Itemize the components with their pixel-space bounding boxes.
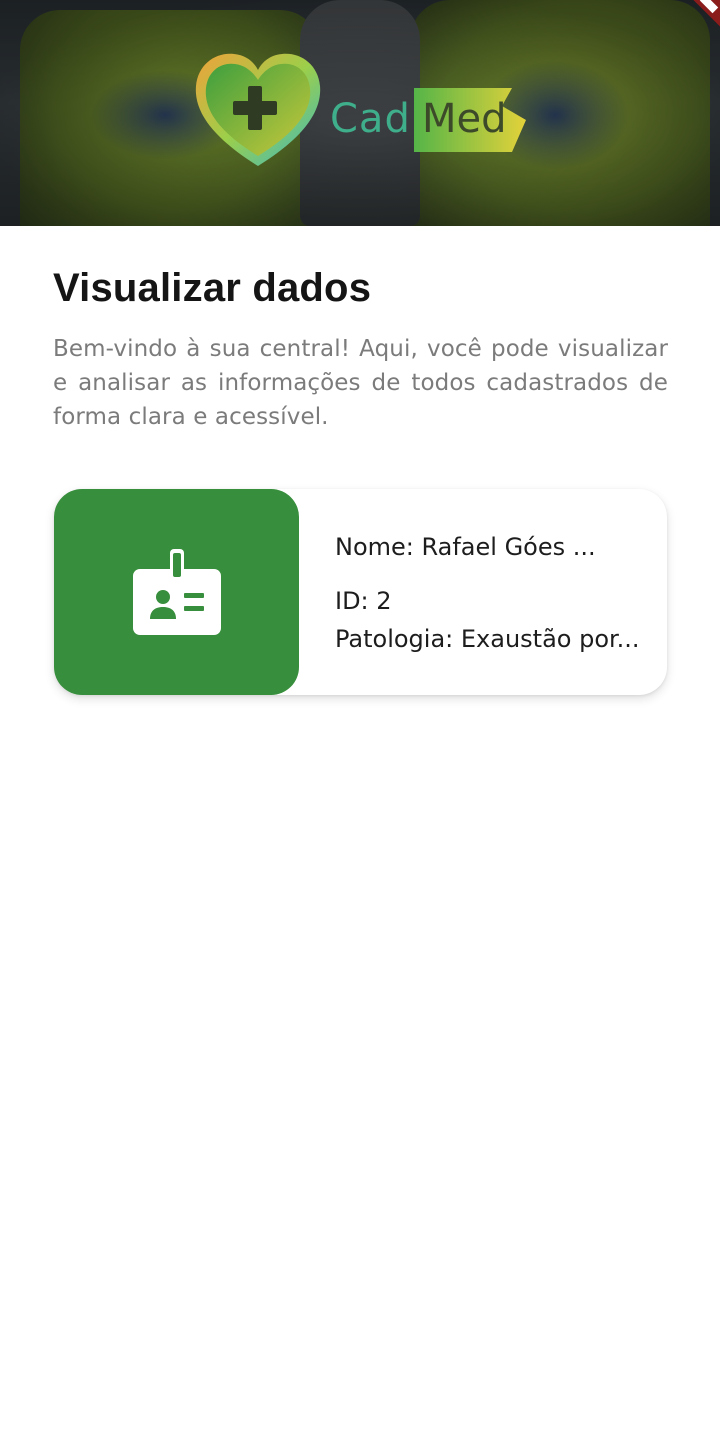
header-banner: Cad Med bbox=[0, 0, 720, 226]
patient-pathology: Patologia: Exaustão por... bbox=[335, 625, 640, 653]
logo-text-med: Med bbox=[422, 96, 507, 142]
page-description: Bem-vindo à sua central! Aqui, você pode… bbox=[53, 336, 668, 430]
patient-card-thumbnail bbox=[54, 489, 299, 695]
patient-card[interactable]: Nome: Rafael Góes ... ID: 2 Patologia: E… bbox=[54, 489, 667, 695]
logo-text-cad: Cad bbox=[330, 96, 411, 142]
cadmed-logo: Cad Med bbox=[190, 48, 530, 178]
heart-plus-icon bbox=[195, 53, 321, 166]
patient-name: Nome: Rafael Góes ... bbox=[335, 533, 596, 561]
id-badge-icon bbox=[133, 549, 221, 635]
page-title: Visualizar dados bbox=[53, 266, 372, 310]
patient-id: ID: 2 bbox=[335, 587, 392, 615]
